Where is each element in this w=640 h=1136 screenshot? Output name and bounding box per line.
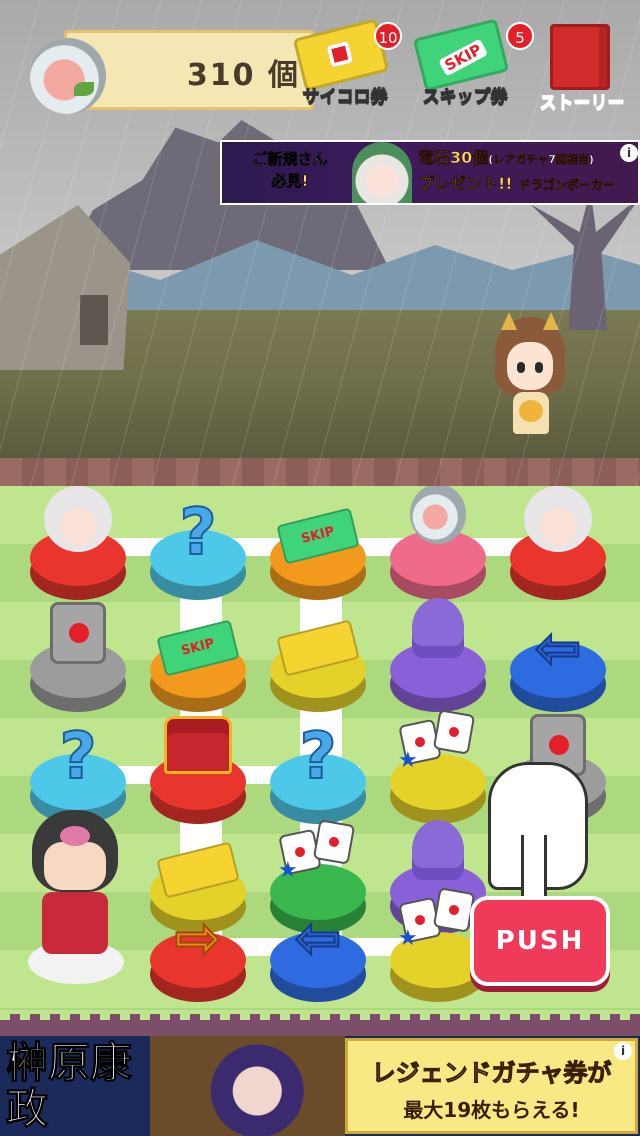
ad-info-icon[interactable]: i bbox=[614, 1042, 632, 1060]
ad-top-right-text: 竜石30個(レアガチャ7回相当) プレゼント!! ドラゴンポーカー bbox=[418, 148, 615, 194]
chibi-character-icon bbox=[524, 486, 592, 552]
question-icon: ? bbox=[298, 719, 337, 795]
skip-ticket-label: スキップ券 bbox=[422, 87, 508, 108]
arrow-right-icon: ⇨ bbox=[174, 905, 223, 972]
question-icon: ? bbox=[178, 495, 217, 571]
poop-icon bbox=[412, 820, 464, 880]
push-button[interactable]: PUSH bbox=[470, 896, 610, 986]
board-tile-treasure bbox=[150, 716, 246, 834]
ad-info-icon[interactable]: i bbox=[620, 144, 638, 162]
dice-ticket-count-badge: 10 bbox=[374, 22, 402, 50]
board-tile-character bbox=[30, 486, 126, 610]
board-tile-poop bbox=[390, 598, 486, 722]
board-tile-question: ? bbox=[150, 495, 246, 610]
peach-count: 310 個 bbox=[186, 58, 300, 93]
bottom-ad-banner[interactable]: 榊原康政 レジェンドガチャ券が 最大19枚もらえる! i bbox=[0, 1036, 640, 1136]
board-tile-skip-ticket: SKIP bbox=[270, 507, 366, 610]
board-tile-character bbox=[510, 486, 606, 610]
pointing-hand-icon bbox=[488, 762, 588, 908]
ad-top-character bbox=[352, 142, 412, 203]
board-tile-arrow-left: ⇦ bbox=[510, 615, 606, 722]
ad-bottom-kanji: 榊原康政 bbox=[6, 1038, 133, 1133]
treasure-chest-icon bbox=[164, 716, 232, 774]
dice-ticket-button[interactable]: 10 サイコロ券 bbox=[290, 18, 410, 114]
top-ad-banner[interactable]: ご新規さん 必見! 竜石30個(レアガチャ7回相当) プレゼント!! ドラゴンポー… bbox=[220, 140, 640, 205]
question-icon: ? bbox=[58, 719, 97, 795]
ad-top-left-text: ご新規さん 必見! bbox=[252, 150, 328, 191]
peach-bag-icon bbox=[30, 38, 106, 114]
chibi-character-icon bbox=[44, 486, 112, 552]
poop-icon bbox=[412, 598, 464, 658]
board-tile-skip-ticket: SKIP bbox=[150, 619, 246, 722]
dice-icon: ★ bbox=[278, 819, 358, 883]
ad-bottom-character bbox=[150, 1036, 345, 1136]
peach-count-panel: 310 個 bbox=[30, 30, 314, 114]
board-tile-dice-ticket bbox=[270, 619, 366, 722]
skip-ticket-text: SKIP bbox=[438, 38, 489, 77]
story-button[interactable]: ストーリー bbox=[528, 22, 638, 114]
player-character bbox=[20, 810, 130, 990]
board-tile-arrow-left: ⇦ bbox=[270, 905, 366, 1010]
dice-icon: ★ bbox=[398, 709, 478, 773]
story-book-icon bbox=[550, 24, 610, 90]
ad-bottom-promo: レジェンドガチャ券が 最大19枚もらえる! bbox=[345, 1038, 638, 1134]
girl-character bbox=[495, 312, 565, 447]
arrow-left-icon: ⇦ bbox=[534, 615, 583, 682]
dice-icon: ★ bbox=[398, 887, 478, 951]
skip-ticket-icon: SKIP bbox=[412, 18, 510, 92]
peach-bag-icon bbox=[410, 486, 466, 544]
arrow-left-icon: ⇦ bbox=[294, 905, 343, 972]
cracked-stone-icon bbox=[50, 602, 106, 664]
board-tile-arrow-right: ⇨ bbox=[150, 905, 246, 1010]
story-label: ストーリー bbox=[539, 93, 625, 114]
board-bottom-border bbox=[0, 1010, 640, 1036]
board-tile-stone bbox=[30, 602, 126, 722]
dice-ticket-label: サイコロ券 bbox=[302, 87, 388, 108]
skip-ticket-button[interactable]: SKIP 5 スキップ券 bbox=[410, 18, 534, 114]
